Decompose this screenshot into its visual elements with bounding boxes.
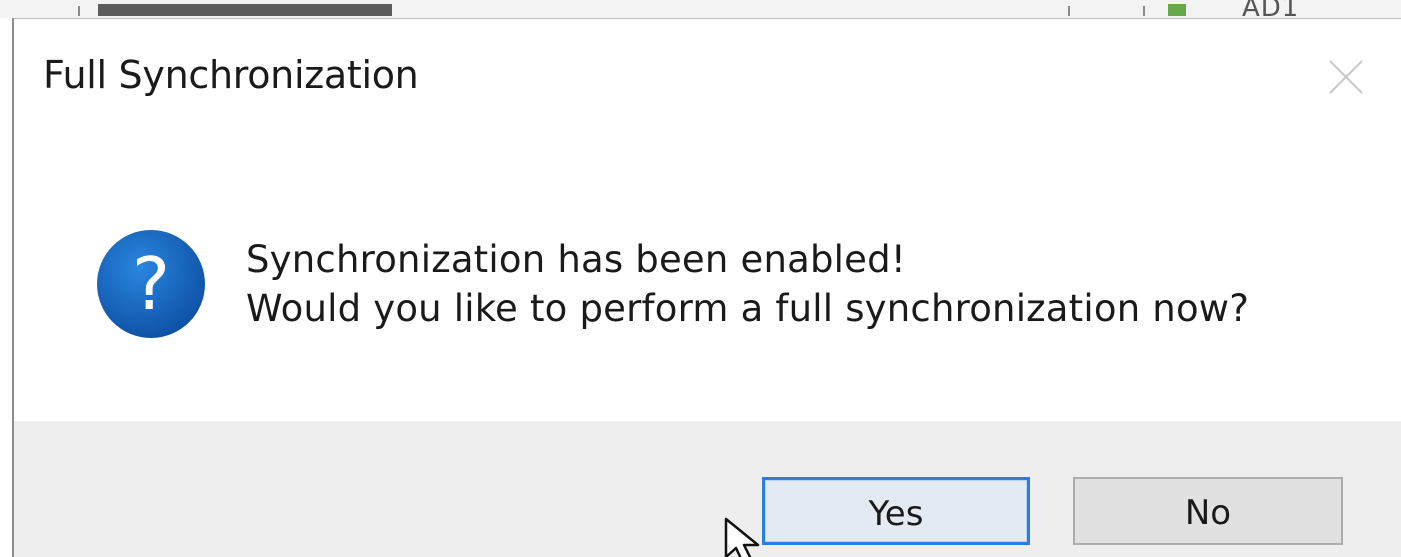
full-sync-dialog: Full Synchronization ? Synchronization h… [12,18,1401,557]
question-icon: ? [94,227,208,341]
folder-icon [1168,4,1186,16]
yes-button[interactable]: Yes [762,477,1030,545]
background-separator [1068,6,1070,16]
background-progress-bar [98,4,392,16]
message-line-2: Would you like to perform a full synchro… [246,287,1250,330]
screen: AD1 Full Synchronization ? Synchronizati… [0,0,1401,557]
dialog-button-bar: Yes No [14,421,1401,557]
svg-text:?: ? [132,242,170,326]
close-icon [1329,60,1363,94]
background-separator [78,6,80,16]
background-separator [1143,6,1145,16]
no-button[interactable]: No [1073,477,1343,545]
message-line-1: Synchronization has been enabled! [246,238,906,281]
dialog-title: Full Synchronization [43,53,419,97]
background-app-toolbar: AD1 [0,0,1401,23]
close-button[interactable] [1324,55,1368,99]
dialog-message: Synchronization has been enabled! Would … [246,235,1249,333]
